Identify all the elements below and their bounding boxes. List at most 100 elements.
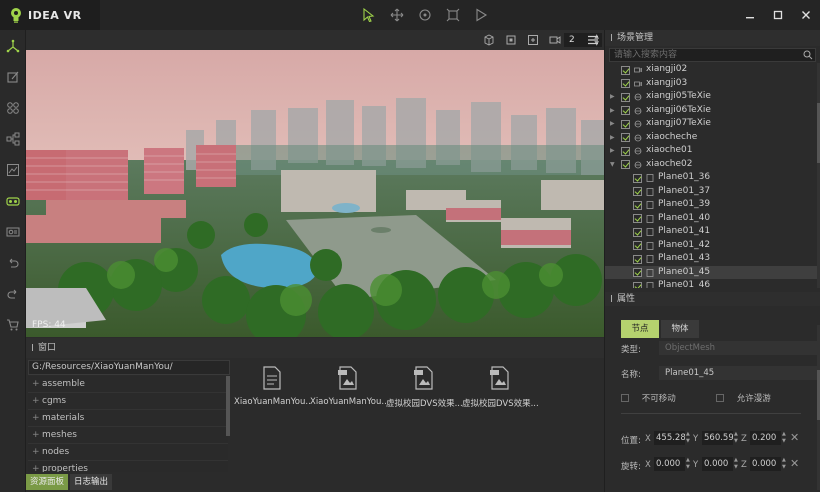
expand-arrow-icon[interactable]: ▶ [610, 117, 615, 131]
tree-item[interactable]: xiangji02 [605, 63, 817, 77]
checkbox[interactable] [633, 241, 642, 250]
checkbox[interactable] [633, 214, 642, 223]
folder-item[interactable]: + nodes [28, 444, 228, 461]
menu-icon[interactable] [587, 34, 599, 49]
vr-glasses-icon[interactable] [0, 185, 26, 216]
tree-item[interactable]: Plane01_36 [605, 171, 817, 185]
checkbox[interactable] [633, 173, 642, 183]
tree-item[interactable]: Plane01_42 [605, 239, 817, 253]
play-icon[interactable] [467, 4, 495, 26]
position-y-field[interactable]: 560.592 [702, 431, 733, 445]
minimize-button[interactable] [736, 0, 764, 30]
rotation-x-field[interactable]: 0.000 [654, 457, 685, 471]
immovable-checkbox[interactable] [621, 394, 629, 402]
spinner-arrows-icon[interactable]: ▲▼ [686, 457, 690, 471]
3d-viewport[interactable]: FPS: 44 [26, 50, 604, 337]
resource-path-field[interactable]: G:/Resources/XiaoYuanManYou/ [28, 360, 230, 375]
tree-item[interactable]: Plane01_37 [605, 185, 817, 199]
checkbox[interactable] [633, 281, 642, 288]
edit-icon[interactable] [0, 61, 26, 92]
cart-icon[interactable] [0, 309, 26, 340]
checkbox[interactable] [621, 160, 630, 169]
file-item[interactable]: XiaoYuanManYou... [234, 366, 310, 407]
file-item[interactable]: 虚拟校园DVS效果... [386, 366, 462, 409]
tree-item[interactable]: Plane01_39 [605, 198, 817, 212]
expand-arrow-icon[interactable]: ▶ [610, 104, 615, 118]
folder-item[interactable]: + assemble [28, 376, 228, 393]
checkbox[interactable] [621, 133, 630, 142]
checkbox[interactable] [621, 79, 630, 88]
tree-item[interactable]: ▶ xiangji05TeXie [605, 90, 817, 104]
undo-icon[interactable] [0, 247, 26, 278]
tree-item[interactable]: ▶ xiangji06TeXie [605, 104, 817, 118]
expand-plus-icon[interactable]: + [32, 410, 42, 427]
tree-item[interactable]: ▶ xiangji07TeXie [605, 117, 817, 131]
rotate-icon[interactable] [411, 4, 439, 26]
spinner-arrows-icon[interactable]: ▲▼ [782, 457, 786, 471]
position-z-field[interactable]: 0.200 [750, 431, 781, 445]
checkbox[interactable] [633, 187, 642, 196]
reset-x-icon[interactable]: ✕ [790, 457, 799, 470]
checkbox[interactable] [633, 200, 642, 210]
checkbox[interactable] [633, 268, 642, 277]
tree-item[interactable]: ▶ xiaocheche [605, 131, 817, 145]
spinner-arrows-icon[interactable]: ▲▼ [686, 431, 690, 445]
move-icon[interactable] [383, 4, 411, 26]
rotation-z-field[interactable]: 0.000 [750, 457, 781, 471]
name-field[interactable]: Plane01_45 [659, 366, 819, 380]
tree-item[interactable]: ▼ xiaoche02 [605, 158, 817, 172]
checkbox[interactable] [621, 65, 630, 75]
select-arrow-icon[interactable] [355, 4, 383, 26]
folder-item[interactable]: + properties [28, 461, 228, 472]
modules-icon[interactable] [0, 92, 26, 123]
expand-arrow-icon[interactable]: ▶ [610, 131, 615, 145]
checkbox[interactable] [621, 146, 630, 156]
checkbox[interactable] [633, 254, 642, 264]
folder-item[interactable]: + meshes [28, 427, 228, 444]
redo-icon[interactable] [0, 278, 26, 309]
folder-item[interactable]: + cgms [28, 393, 228, 410]
tree-item[interactable]: Plane01_41 [605, 225, 817, 239]
expand-plus-icon[interactable]: + [32, 461, 42, 472]
tab-resource-panel[interactable]: 资源面板 [26, 474, 69, 490]
folder-scrollbar[interactable] [226, 376, 230, 436]
expand-plus-icon[interactable]: + [32, 427, 42, 444]
scale-icon[interactable] [439, 4, 467, 26]
collapse-arrow-icon[interactable]: ▼ [610, 158, 615, 172]
camera-card-icon[interactable] [0, 216, 26, 247]
axis-icon[interactable] [0, 30, 26, 61]
maximize-button[interactable] [764, 0, 792, 30]
snap-icon[interactable] [500, 32, 522, 48]
tree-item[interactable]: xiangji03 [605, 77, 817, 91]
spinner-arrows-icon[interactable]: ▲▼ [734, 457, 738, 471]
tab-node[interactable]: 节点 [621, 320, 659, 338]
tree-item-selected[interactable]: Plane01_45 [605, 265, 817, 279]
tree-item[interactable]: Plane01_46 [605, 279, 817, 288]
rotation-y-field[interactable]: 0.000 [702, 457, 733, 471]
file-item[interactable]: 虚拟校园DVS效果... [462, 366, 538, 409]
checkbox[interactable] [621, 92, 630, 102]
expand-arrow-icon[interactable]: ▶ [610, 144, 615, 158]
reset-x-icon[interactable]: ✕ [790, 431, 799, 444]
camera-icon[interactable] [544, 32, 566, 48]
tab-object[interactable]: 物体 [661, 320, 699, 338]
folder-item[interactable]: + materials [28, 410, 228, 427]
checkbox[interactable] [633, 227, 642, 237]
tab-log-output[interactable]: 日志输出 [70, 474, 113, 490]
hierarchy-icon[interactable] [0, 123, 26, 154]
expand-plus-icon[interactable]: + [32, 376, 42, 393]
tree-item[interactable]: ▶ xiaoche01 [605, 144, 817, 158]
scene-search-input[interactable]: 请输入搜索内容 [609, 48, 816, 62]
spinner-arrows-icon[interactable]: ▲▼ [782, 431, 786, 445]
expand-plus-icon[interactable]: + [32, 393, 42, 410]
tree-item[interactable]: Plane01_43 [605, 252, 817, 266]
close-button[interactable] [792, 0, 820, 30]
checkbox[interactable] [621, 119, 630, 129]
checkbox[interactable] [621, 106, 630, 115]
search-icon[interactable] [803, 50, 813, 60]
cube-icon[interactable] [478, 32, 500, 48]
position-x-field[interactable]: 455.283 [654, 431, 685, 445]
expand-arrow-icon[interactable]: ▶ [610, 90, 615, 104]
chart-icon[interactable] [0, 154, 26, 185]
expand-plus-icon[interactable]: + [32, 444, 42, 461]
